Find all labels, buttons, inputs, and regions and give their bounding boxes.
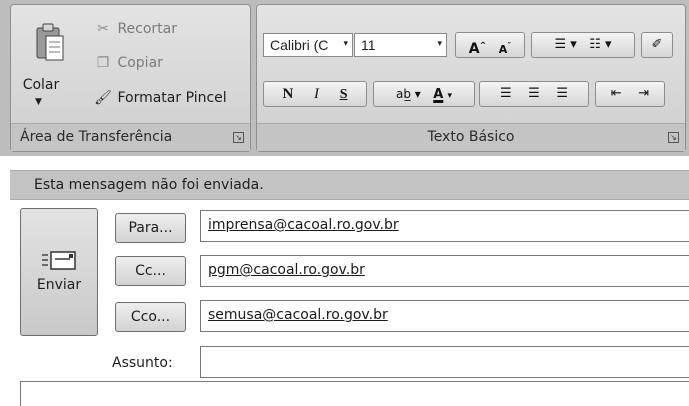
- cc-address[interactable]: pgm@cacoal.ro.gov.br: [208, 262, 365, 278]
- clipboard-group: Colar ▼ ✂ Recortar ❐ Copiar 🖌 Formatar P…: [10, 4, 251, 152]
- align-center-icon[interactable]: ☰: [528, 86, 540, 101]
- cut-label: Recortar: [117, 21, 178, 37]
- font-grow-shrink-buttons: A^ Aˇ: [455, 32, 525, 58]
- alignment-buttons: ☰ ☰ ☰: [479, 81, 589, 107]
- paste-icon: [36, 23, 64, 61]
- bcc-button[interactable]: Cco...: [115, 302, 186, 332]
- copy-label: Copiar: [117, 55, 163, 71]
- align-left-icon[interactable]: ☰: [500, 86, 512, 101]
- info-bar-message: Esta mensagem não foi enviada.: [34, 177, 264, 193]
- info-bar: Esta mensagem não foi enviada.: [10, 170, 689, 200]
- grow-font-icon[interactable]: A^: [469, 40, 487, 57]
- to-address[interactable]: imprensa@cacoal.ro.gov.br: [208, 217, 399, 233]
- clipboard-dialog-launcher-icon[interactable]: ↘: [233, 132, 244, 143]
- paste-dropdown-icon[interactable]: ▼: [35, 97, 42, 107]
- subject-field[interactable]: [200, 346, 689, 378]
- font-size-combo[interactable]: 11 ▾: [354, 33, 447, 57]
- decrease-indent-icon[interactable]: ⇤: [611, 86, 622, 101]
- font-size-value: 11: [361, 37, 376, 53]
- indent-buttons: ⇤ ⇥: [595, 81, 665, 107]
- basic-text-group-label: Texto Básico: [427, 129, 515, 145]
- font-color-dropdown-icon[interactable]: ▾: [447, 91, 452, 101]
- italic-button[interactable]: I: [314, 86, 319, 102]
- to-button[interactable]: Para...: [115, 213, 186, 243]
- basic-text-dialog-launcher-icon[interactable]: ↘: [668, 132, 679, 143]
- clipboard-group-label-bar: Área de Transferência ↘: [11, 123, 250, 151]
- ribbon: Colar ▼ ✂ Recortar ❐ Copiar 🖌 Formatar P…: [0, 0, 689, 156]
- cut-button[interactable]: ✂ Recortar: [93, 21, 177, 41]
- eraser-icon: ✐: [651, 37, 663, 52]
- basic-text-group: Calibri (C ▾ 11 ▾ A^ Aˇ ☰ ▾ ☷ ▾ ✐ N I S: [256, 4, 686, 152]
- to-field[interactable]: imprensa@cacoal.ro.gov.br: [200, 210, 689, 242]
- send-label: Enviar: [36, 277, 82, 293]
- shrink-font-icon[interactable]: Aˇ: [499, 41, 512, 56]
- font-name-dropdown-icon[interactable]: ▾: [343, 38, 348, 49]
- paste-label: Colar: [22, 77, 60, 93]
- font-name-value: Calibri (C: [270, 37, 329, 53]
- format-painter-label: Formatar Pincel: [117, 90, 227, 106]
- underline-button[interactable]: S: [340, 87, 348, 102]
- font-color-icon[interactable]: A: [433, 87, 443, 102]
- list-buttons: ☰ ▾ ☷ ▾: [531, 32, 635, 58]
- copy-button[interactable]: ❐ Copiar: [93, 55, 163, 75]
- cc-button[interactable]: Cc...: [115, 256, 186, 286]
- align-right-icon[interactable]: ☰: [556, 86, 568, 101]
- bcc-field[interactable]: semusa@cacoal.ro.gov.br: [200, 300, 689, 332]
- font-size-dropdown-icon[interactable]: ▾: [437, 38, 442, 49]
- bullet-list-icon[interactable]: ☰ ▾: [554, 37, 576, 52]
- cc-field[interactable]: pgm@cacoal.ro.gov.br: [200, 255, 689, 287]
- clear-formatting-button[interactable]: ✐: [641, 32, 673, 58]
- font-name-combo[interactable]: Calibri (C ▾: [263, 33, 353, 57]
- scissors-icon: ✂: [97, 21, 109, 37]
- paste-button[interactable]: Colar ▼: [17, 17, 73, 115]
- numbered-list-icon[interactable]: ☷ ▾: [589, 37, 611, 52]
- message-body[interactable]: [20, 381, 689, 406]
- color-buttons: ab̲ ▾ A ▾: [373, 81, 475, 107]
- copy-icon: ❐: [96, 55, 110, 71]
- basic-text-group-label-bar: Texto Básico ↘: [257, 123, 685, 151]
- brush-icon: 🖌: [94, 90, 112, 106]
- send-button[interactable]: Enviar: [20, 208, 98, 336]
- font-style-buttons: N I S: [263, 81, 367, 107]
- highlight-icon[interactable]: ab̲ ▾: [396, 87, 421, 101]
- clipboard-group-label: Área de Transferência: [20, 129, 173, 145]
- subject-label: Assunto:: [112, 355, 173, 371]
- send-icon: [42, 251, 76, 270]
- bold-button[interactable]: N: [283, 86, 294, 102]
- increase-indent-icon[interactable]: ⇥: [638, 86, 649, 101]
- format-painter-button[interactable]: 🖌 Formatar Pincel: [93, 90, 227, 110]
- bcc-address[interactable]: semusa@cacoal.ro.gov.br: [208, 307, 388, 323]
